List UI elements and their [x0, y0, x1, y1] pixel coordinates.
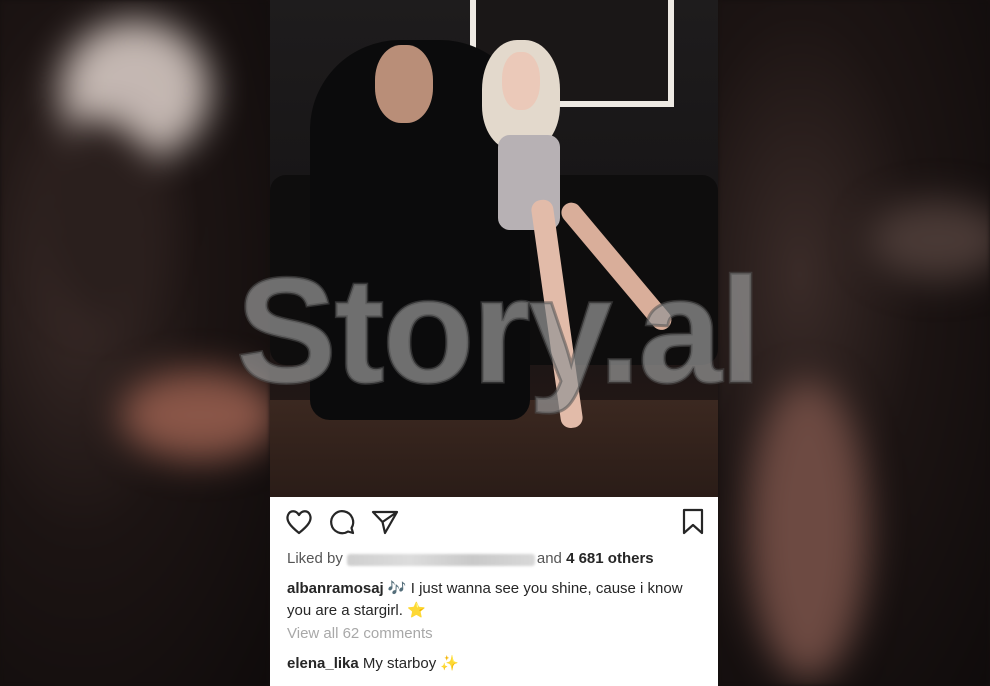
caption-text-line-2: you are a stargirl. — [287, 602, 403, 619]
heart-icon[interactable] — [284, 507, 314, 537]
blurred-background-right — [718, 0, 990, 686]
comment-username[interactable]: elena_lika — [287, 655, 359, 672]
post-caption-continued: you are a stargirl. ⭐ — [287, 601, 426, 619]
view-all-comments-link[interactable]: View all 62 comments — [287, 625, 433, 642]
music-notes-emoji: 🎶 — [387, 580, 407, 597]
post-photo[interactable] — [270, 0, 718, 497]
caption-text-line-1: I just wanna see you shine, cause i know — [410, 580, 683, 597]
likes-summary[interactable]: Liked by and 4 681 others — [287, 550, 654, 567]
caption-username[interactable]: albanramosaj — [287, 580, 384, 597]
comment-item: elena_lika My starboy ✨ — [287, 654, 459, 672]
comment-text: My starboy — [362, 655, 437, 672]
blurred-usernames — [346, 553, 535, 566]
instagram-post-card: Liked by and 4 681 others albanramosaj 🎶 … — [270, 0, 718, 686]
liked-by-label: Liked by — [287, 550, 343, 567]
liked-by-and: and — [536, 550, 562, 567]
likes-count[interactable]: 4 681 others — [566, 550, 654, 567]
comment-icon[interactable] — [327, 507, 357, 537]
post-caption: albanramosaj 🎶 I just wanna see you shin… — [287, 579, 683, 597]
star-emoji: ⭐ — [407, 602, 426, 619]
send-icon[interactable] — [370, 507, 400, 537]
sparkles-emoji: ✨ — [440, 655, 460, 672]
bookmark-icon[interactable] — [678, 507, 708, 537]
post-action-bar — [270, 507, 718, 541]
blurred-background-left — [0, 0, 270, 686]
